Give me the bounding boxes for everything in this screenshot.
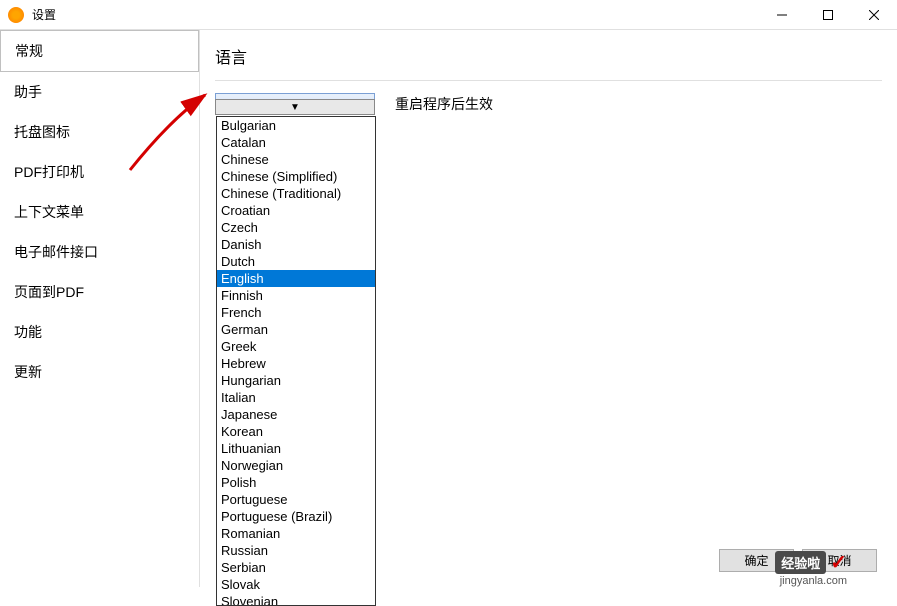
sidebar-item-general[interactable]: 常规	[0, 30, 199, 72]
dropdown-item[interactable]: Polish	[217, 474, 375, 491]
dropdown-item[interactable]: Bulgarian	[217, 117, 375, 134]
dropdown-item[interactable]: German	[217, 321, 375, 338]
language-dropdown[interactable]: BulgarianCatalanChineseChinese (Simplifi…	[216, 116, 376, 606]
dropdown-item[interactable]: Portuguese (Brazil)	[217, 508, 375, 525]
dropdown-item[interactable]: Lithuanian	[217, 440, 375, 457]
dropdown-item[interactable]: Slovenian	[217, 593, 375, 606]
dropdown-item[interactable]: Danish	[217, 236, 375, 253]
dropdown-item[interactable]: Serbian	[217, 559, 375, 576]
dropdown-item[interactable]: Russian	[217, 542, 375, 559]
dropdown-item[interactable]: Korean	[217, 423, 375, 440]
maximize-button[interactable]	[805, 0, 851, 30]
sidebar-item-features[interactable]: 功能	[0, 312, 199, 352]
dropdown-item[interactable]: Chinese (Traditional)	[217, 185, 375, 202]
sidebar-item-pdf-printer[interactable]: PDF打印机	[0, 152, 199, 192]
watermark-url: jingyanla.com	[780, 575, 847, 587]
dropdown-item[interactable]: Croatian	[217, 202, 375, 219]
language-row: Chinese BulgarianCatalanChineseChinese (…	[215, 93, 882, 115]
dropdown-item[interactable]: Chinese (Simplified)	[217, 168, 375, 185]
dropdown-item[interactable]: French	[217, 304, 375, 321]
dropdown-item[interactable]: Chinese	[217, 151, 375, 168]
dropdown-item[interactable]: Czech	[217, 219, 375, 236]
check-icon: ✓	[830, 550, 847, 575]
minimize-button[interactable]	[759, 0, 805, 30]
close-button[interactable]	[851, 0, 897, 30]
sidebar-item-update[interactable]: 更新	[0, 352, 199, 392]
dropdown-item[interactable]: Romanian	[217, 525, 375, 542]
dropdown-item[interactable]: Finnish	[217, 287, 375, 304]
restart-hint: 重启程序后生效	[395, 94, 493, 114]
dropdown-item[interactable]: Hungarian	[217, 372, 375, 389]
dropdown-item[interactable]: Catalan	[217, 134, 375, 151]
watermark: 经验啦 ✓ jingyanla.com	[775, 550, 847, 575]
dropdown-item[interactable]: Norwegian	[217, 457, 375, 474]
dropdown-item[interactable]: Greek	[217, 338, 375, 355]
dropdown-item[interactable]: English	[217, 270, 375, 287]
app-icon	[8, 7, 24, 23]
dropdown-scroll-down[interactable]: ▼	[215, 99, 375, 115]
dropdown-item[interactable]: Slovak	[217, 576, 375, 593]
sidebar-item-context-menu[interactable]: 上下文菜单	[0, 192, 199, 232]
titlebar: 设置	[0, 0, 897, 30]
main-panel: 语言 Chinese BulgarianCatalanChineseChines…	[200, 30, 897, 587]
dropdown-item[interactable]: Dutch	[217, 253, 375, 270]
dropdown-item[interactable]: Japanese	[217, 406, 375, 423]
sidebar-item-assistant[interactable]: 助手	[0, 72, 199, 112]
dropdown-item[interactable]: Hebrew	[217, 355, 375, 372]
sidebar-item-tray[interactable]: 托盘图标	[0, 112, 199, 152]
sidebar-item-page-to-pdf[interactable]: 页面到PDF	[0, 272, 199, 312]
sidebar-item-email[interactable]: 电子邮件接口	[0, 232, 199, 272]
watermark-badge: 经验啦	[775, 551, 826, 574]
window-title: 设置	[32, 6, 56, 23]
window-controls	[759, 0, 897, 30]
panel-title: 语言	[215, 40, 882, 81]
sidebar: 常规 助手 托盘图标 PDF打印机 上下文菜单 电子邮件接口 页面到PDF 功能…	[0, 30, 200, 587]
dropdown-item[interactable]: Italian	[217, 389, 375, 406]
content-area: 常规 助手 托盘图标 PDF打印机 上下文菜单 电子邮件接口 页面到PDF 功能…	[0, 30, 897, 587]
dropdown-item[interactable]: Portuguese	[217, 491, 375, 508]
